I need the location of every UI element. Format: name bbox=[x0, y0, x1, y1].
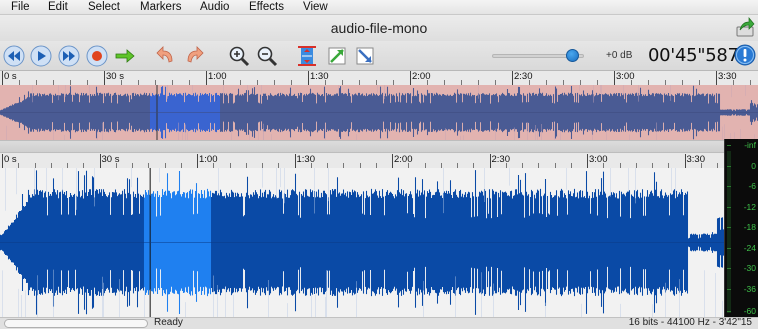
time-display: 00'45"587 bbox=[648, 45, 739, 66]
zoom-out-icon bbox=[257, 46, 278, 67]
title-bar: audio-file-mono bbox=[0, 15, 758, 41]
level-meter-mark bbox=[727, 311, 731, 312]
ruler-tick bbox=[587, 154, 588, 168]
volume-slider[interactable] bbox=[492, 49, 584, 63]
menu-edit[interactable]: Edit bbox=[48, 0, 68, 14]
ruler-tick bbox=[206, 71, 207, 85]
progress-bar bbox=[4, 319, 148, 328]
ruler-label: 1:30 bbox=[296, 154, 316, 165]
ruler-tick bbox=[684, 154, 686, 168]
level-meter-mark bbox=[727, 227, 731, 228]
status-bar: Ready 16 bits - 44100 Hz - 3'42"15 bbox=[0, 317, 758, 329]
main-time-ruler[interactable]: 0 s 30 s 1:00 1:30 2:00 2:30 3:00 3:30 bbox=[0, 154, 724, 168]
ruler-tick bbox=[2, 71, 3, 85]
zoom-full-button[interactable] bbox=[354, 45, 376, 67]
level-meter-label: -12 bbox=[743, 201, 756, 212]
ruler-tick bbox=[2, 154, 3, 168]
ruler-tick bbox=[104, 71, 105, 85]
status-text: Ready bbox=[154, 317, 183, 328]
fast-forward-icon bbox=[58, 45, 80, 67]
undo-icon bbox=[156, 46, 173, 63]
menu-bar: File Edit Select Markers Audio Effects V… bbox=[0, 0, 758, 15]
level-meter-label: -24 bbox=[743, 242, 756, 253]
ruler-tick bbox=[489, 154, 491, 168]
level-meter: -inf 0 -6 -12 -18 -24 -30 -36 -60 bbox=[724, 139, 758, 317]
go-to-cursor-button[interactable] bbox=[114, 45, 136, 67]
level-meter-mark bbox=[727, 206, 731, 208]
format-info: 16 bits - 44100 Hz - 3'42"15 bbox=[628, 317, 752, 328]
level-meter-mark bbox=[727, 288, 731, 290]
menu-effects[interactable]: Effects bbox=[249, 0, 284, 14]
level-meter-mark bbox=[727, 145, 731, 146]
menu-audio[interactable]: Audio bbox=[200, 0, 229, 14]
volume-label: +0 dB bbox=[606, 50, 633, 61]
ruler-tick bbox=[294, 154, 296, 168]
ruler-label: 0 s bbox=[4, 71, 17, 82]
ruler-tick bbox=[614, 71, 615, 85]
level-meter-label: -60 bbox=[743, 306, 756, 316]
overview-time-ruler[interactable]: 0 s 30 s 1:00 1:30 2:00 2:30 3:00 3:30 bbox=[0, 71, 758, 85]
ruler-tick bbox=[99, 154, 101, 168]
level-meter-label: -36 bbox=[743, 283, 756, 294]
play-button[interactable] bbox=[30, 45, 52, 67]
redo-button[interactable] bbox=[184, 45, 206, 67]
window-title: audio-file-mono bbox=[330, 20, 428, 36]
pane-divider[interactable] bbox=[0, 140, 758, 153]
redo-icon bbox=[187, 46, 204, 63]
ruler-label: 1:00 bbox=[199, 154, 218, 165]
ruler-tick bbox=[512, 71, 513, 85]
ruler-label: 2:30 bbox=[491, 154, 511, 165]
level-meter-label: -30 bbox=[743, 263, 756, 273]
ruler-label: 3:30 bbox=[686, 154, 706, 165]
main-waveform[interactable] bbox=[0, 168, 724, 317]
export-button[interactable] bbox=[734, 16, 756, 38]
overview-waveform[interactable] bbox=[0, 85, 758, 140]
ruler-tick bbox=[308, 71, 309, 85]
ruler-label: 3:00 bbox=[589, 154, 608, 165]
export-icon bbox=[736, 17, 755, 37]
ruler-label: 2:00 bbox=[394, 154, 413, 165]
info-button[interactable] bbox=[734, 44, 756, 66]
level-meter-label: -18 bbox=[743, 222, 756, 232]
ruler-label: 30 s bbox=[101, 154, 120, 165]
level-meter-mark bbox=[727, 165, 731, 167]
menu-view[interactable]: View bbox=[303, 0, 328, 14]
menu-markers[interactable]: Markers bbox=[140, 0, 182, 14]
ruler-tick bbox=[197, 154, 198, 168]
level-meter-mark bbox=[727, 186, 731, 187]
zoom-full-icon bbox=[356, 47, 374, 65]
level-meter-mark bbox=[727, 247, 731, 249]
record-button[interactable] bbox=[86, 45, 108, 67]
zoom-in-icon bbox=[229, 46, 250, 67]
go-to-cursor-icon bbox=[115, 49, 135, 63]
rewind-icon bbox=[3, 45, 25, 67]
fast-forward-button[interactable] bbox=[58, 45, 80, 67]
ruler-tick bbox=[410, 71, 411, 85]
level-meter-label: -6 bbox=[748, 181, 756, 191]
undo-button[interactable] bbox=[154, 45, 176, 67]
volume-slider-thumb[interactable] bbox=[566, 49, 580, 62]
menu-file[interactable]: File bbox=[11, 0, 30, 14]
ruler-tick bbox=[716, 71, 717, 85]
zoom-selection-button[interactable] bbox=[326, 45, 348, 67]
record-icon bbox=[86, 45, 108, 67]
info-icon bbox=[734, 44, 756, 66]
zoom-in-button[interactable] bbox=[228, 45, 250, 67]
rewind-button[interactable] bbox=[3, 45, 25, 67]
menu-select[interactable]: Select bbox=[88, 0, 120, 14]
level-meter-label: -inf bbox=[744, 140, 756, 150]
level-meter-mark bbox=[727, 268, 731, 269]
toolbar: +0 dB 00'45"587 bbox=[0, 41, 758, 71]
zoom-fit-icon bbox=[298, 46, 316, 66]
ruler-tick bbox=[392, 154, 393, 168]
zoom-selection-icon bbox=[328, 47, 346, 65]
zoom-fit-button[interactable] bbox=[296, 45, 318, 67]
level-meter-label: 0 bbox=[751, 160, 756, 171]
play-icon bbox=[30, 45, 52, 67]
ruler-label: 0 s bbox=[4, 154, 17, 165]
zoom-out-button[interactable] bbox=[256, 45, 278, 67]
